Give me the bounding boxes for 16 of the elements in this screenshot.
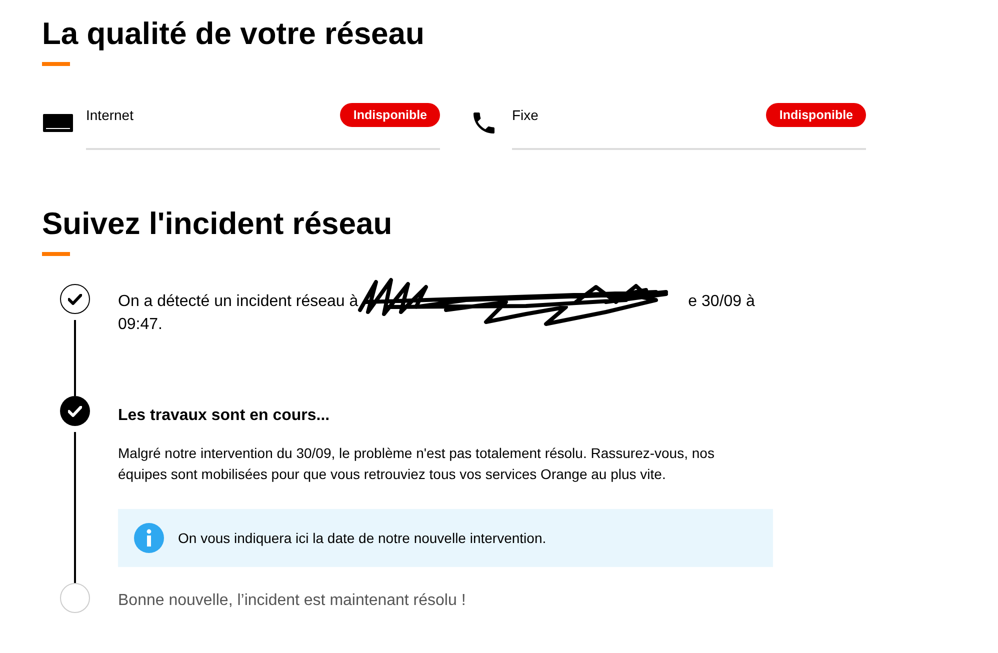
- step-text: 09:47.: [118, 315, 164, 335]
- step-text: e 30/09 à: [688, 292, 755, 312]
- service-label: Internet: [86, 107, 134, 123]
- status-badge: Indisponible: [766, 103, 866, 127]
- accent-bar: [42, 252, 70, 256]
- section-title: Suivez l'incident réseau: [42, 205, 394, 243]
- step-text: Bonne nouvelle, l’incident est maintenant résolu !: [118, 591, 466, 611]
- info-icon: [134, 523, 164, 553]
- step-description: Malgré notre intervention du 30/09, le problème n'est pas totalement résolu. Rassurez-vous, nos équipes sont mobilisées pour que vous retrouviez tous vos services Orange au plus vite.: [118, 444, 716, 484]
- service-label: Fixe: [512, 107, 538, 123]
- step-text: On a détecté un incident réseau à: [118, 292, 358, 312]
- section-title: La qualité de votre réseau: [42, 15, 426, 53]
- step-title: Les travaux sont en cours...: [118, 406, 331, 426]
- info-text: On vous indiquera ici la date de notre nouvelle intervention.: [178, 528, 546, 548]
- status-badge: Indisponible: [340, 103, 440, 127]
- accent-bar: [42, 62, 70, 66]
